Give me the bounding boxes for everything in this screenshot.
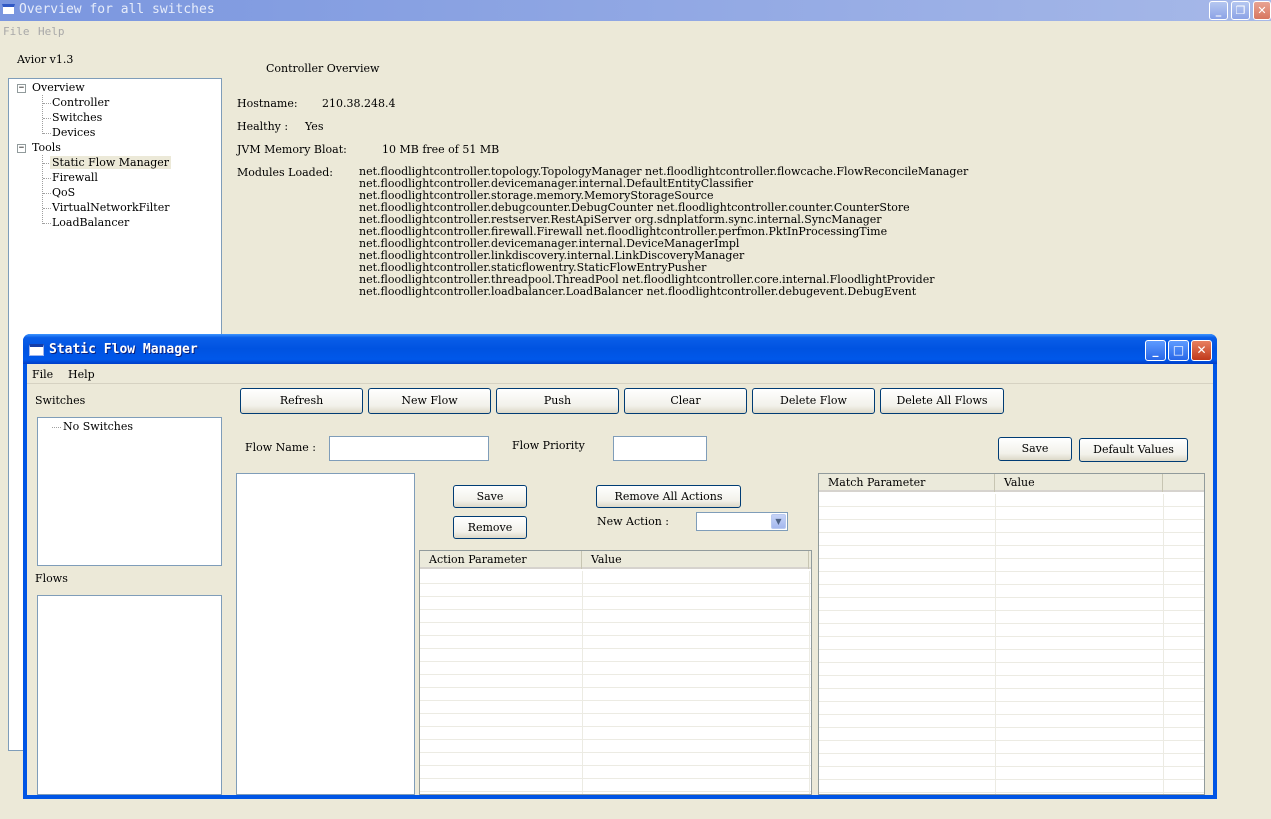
save-action-button[interactable]: Save [453, 485, 527, 508]
tree-connector [43, 133, 51, 134]
table-header: Match Parameter Value [819, 474, 1204, 492]
column-divider [1163, 494, 1164, 794]
tree-connector [43, 103, 51, 104]
table-header: Action Parameter Value [420, 551, 811, 569]
app-version-label: Avior v1.3 [17, 53, 74, 66]
sfm-window-title: Static Flow Manager [49, 342, 198, 357]
refresh-button[interactable]: Refresh [240, 388, 363, 414]
maximize-icon[interactable]: □ [1168, 340, 1189, 361]
healthy-label: Healthy : [237, 120, 289, 133]
column-value[interactable]: Value [995, 474, 1163, 492]
tree-item-controller[interactable]: Controller [52, 96, 109, 109]
tree-item-loadbalancer[interactable]: LoadBalancer [52, 216, 129, 229]
module-line: net.floodlightcontroller.loadbalancer.Lo… [359, 285, 917, 298]
flows-list[interactable] [37, 595, 222, 795]
close-icon[interactable]: ✕ [1191, 340, 1212, 361]
tree-item-static-flow-manager[interactable]: Static Flow Manager [50, 156, 172, 169]
tree-item-no-switches[interactable]: No Switches [63, 420, 133, 433]
new-action-select[interactable]: ▼ [696, 512, 788, 531]
main-titlebar[interactable]: Overview for all switches _ ❐ ✕ [0, 0, 1271, 21]
restore-icon[interactable]: ❐ [1231, 1, 1250, 20]
chevron-down-icon[interactable]: ▼ [771, 514, 786, 529]
menu-help[interactable]: Help [38, 25, 65, 38]
window-icon [29, 344, 44, 356]
column-value[interactable]: Value [582, 551, 809, 569]
action-parameter-table[interactable]: Action Parameter Value [419, 550, 812, 795]
collapse-icon[interactable]: − [17, 144, 26, 153]
switches-label: Switches [35, 394, 86, 407]
main-menubar: File Help [0, 21, 1271, 41]
delete-flow-button[interactable]: Delete Flow [752, 388, 875, 414]
tree-connector [42, 95, 43, 134]
memory-label: JVM Memory Bloat: [237, 143, 347, 156]
column-match-parameter[interactable]: Match Parameter [819, 474, 995, 492]
hostname-label: Hostname: [237, 97, 298, 110]
tree-item-devices[interactable]: Devices [52, 126, 95, 139]
actions-list[interactable] [236, 473, 415, 795]
memory-value: 10 MB free of 51 MB [382, 143, 500, 156]
tree-connector [42, 155, 43, 224]
column-action-parameter[interactable]: Action Parameter [420, 551, 582, 569]
tree-connector [52, 427, 61, 428]
flows-label: Flows [35, 572, 68, 585]
tree-connector [43, 208, 51, 209]
close-icon[interactable]: ✕ [1253, 1, 1271, 20]
tree-item-firewall[interactable]: Firewall [52, 171, 98, 184]
flow-priority-input[interactable] [613, 436, 707, 461]
column-divider [809, 571, 810, 794]
tree-item-qos[interactable]: QoS [52, 186, 75, 199]
menu-help[interactable]: Help [68, 368, 95, 381]
delete-all-flows-button[interactable]: Delete All Flows [880, 388, 1004, 414]
minimize-icon[interactable]: _ [1209, 1, 1228, 20]
tree-connector [43, 223, 51, 224]
default-values-button[interactable]: Default Values [1079, 438, 1188, 462]
sfm-client-area: File Help Switches No Switches Flows Ref… [27, 364, 1213, 795]
modules-label: Modules Loaded: [237, 166, 333, 179]
tree-item-switches[interactable]: Switches [52, 111, 102, 124]
healthy-value: Yes [305, 120, 324, 133]
column-divider [582, 571, 583, 794]
tree-item-overview[interactable]: Overview [32, 81, 85, 94]
sfm-menubar: File Help [27, 364, 1213, 384]
main-window-title: Overview for all switches [19, 2, 215, 17]
table-rows [420, 571, 811, 794]
column-divider [995, 494, 996, 794]
new-action-label: New Action : [597, 515, 669, 528]
sfm-titlebar[interactable]: Static Flow Manager _ □ ✕ [23, 334, 1217, 364]
remove-action-button[interactable]: Remove [453, 516, 527, 539]
overview-heading: Controller Overview [266, 62, 380, 75]
flow-priority-label: Flow Priority [512, 439, 585, 452]
remove-all-actions-button[interactable]: Remove All Actions [596, 485, 741, 508]
tree-item-virtualnetworkfilter[interactable]: VirtualNetworkFilter [52, 201, 169, 214]
window-icon [2, 4, 15, 15]
tree-connector [43, 178, 51, 179]
menu-file[interactable]: File [32, 368, 53, 381]
tree-connector [43, 193, 51, 194]
flow-name-label: Flow Name : [245, 441, 317, 454]
clear-button[interactable]: Clear [624, 388, 747, 414]
collapse-icon[interactable]: − [17, 84, 26, 93]
modules-list: net.floodlightcontroller.topology.Topolo… [359, 166, 968, 298]
table-rows [819, 494, 1204, 794]
tree-connector [43, 118, 51, 119]
tree-item-tools[interactable]: Tools [32, 141, 61, 154]
flow-name-input[interactable] [329, 436, 489, 461]
hostname-value: 210.38.248.4 [322, 97, 396, 110]
switches-tree[interactable]: No Switches [37, 417, 222, 566]
minimize-icon[interactable]: _ [1145, 340, 1166, 361]
save-flow-button[interactable]: Save [998, 437, 1072, 461]
push-button[interactable]: Push [496, 388, 619, 414]
menu-file[interactable]: File [3, 25, 30, 38]
static-flow-manager-window: Static Flow Manager _ □ ✕ File Help Swit… [23, 334, 1217, 799]
match-parameter-table[interactable]: Match Parameter Value [818, 473, 1205, 795]
new-flow-button[interactable]: New Flow [368, 388, 491, 414]
